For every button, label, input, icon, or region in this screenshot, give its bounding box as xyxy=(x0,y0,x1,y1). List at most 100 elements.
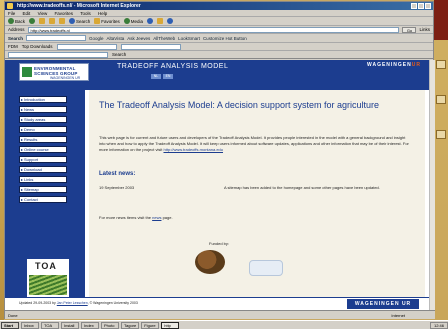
forward-arrow-icon[interactable] xyxy=(29,18,36,24)
search-button[interactable]: Search xyxy=(69,17,90,26)
secondary-input[interactable] xyxy=(8,51,108,58)
address-label: Address xyxy=(8,27,25,32)
minimize-icon[interactable] xyxy=(411,3,417,9)
task-figure[interactable]: Figure xyxy=(141,321,160,329)
news-text: A sitemap has been added to the homepage… xyxy=(224,185,380,190)
nav-support[interactable]: Support xyxy=(19,156,67,163)
stop-icon[interactable] xyxy=(39,18,46,24)
task-install[interactable]: Install xyxy=(61,321,79,329)
customize-button[interactable]: Customize Hot Button xyxy=(203,36,247,41)
news-date: 19 September 2003 xyxy=(99,185,135,190)
refresh-icon[interactable] xyxy=(49,18,56,24)
security-zone: Internet xyxy=(391,313,405,318)
alltheweb-button[interactable]: AllTheWeb xyxy=(153,36,175,41)
web-page: ENVIRONMENTAL SCIENCES GROUP WAGENINGEN … xyxy=(5,60,435,310)
nav-news[interactable]: News xyxy=(19,106,67,113)
window-title: http://www.tradeoffs.nl/ - Microsoft Int… xyxy=(17,3,141,9)
browser-window: http://www.tradeoffs.nl/ - Microsoft Int… xyxy=(4,1,435,319)
footer-text: Updated 29-09-2003 by Jan Peter Lesschen… xyxy=(19,301,138,305)
menu-tools[interactable]: Tools xyxy=(80,11,91,16)
field-image xyxy=(29,275,67,295)
fdm-label[interactable]: FDM xyxy=(8,44,18,49)
environmental-sciences-logo[interactable]: ENVIRONMENTAL SCIENCES GROUP WAGENINGEN … xyxy=(19,63,89,81)
secondary-toolbar: Search xyxy=(5,51,433,59)
askjeeves-button[interactable]: Ask Jeeves xyxy=(127,36,150,41)
site-footer: Updated 29-09-2003 by Jan Peter Lesschen… xyxy=(5,297,429,310)
links-button[interactable]: Links xyxy=(419,27,430,32)
top-downloads-button[interactable]: Top Downloads xyxy=(22,44,53,49)
funder-logo[interactable] xyxy=(195,250,225,274)
back-button[interactable]: Back xyxy=(8,17,25,26)
nav-demo[interactable]: Demo xyxy=(19,126,67,133)
logo-mark-icon xyxy=(22,67,32,77)
mail-icon[interactable] xyxy=(157,18,164,24)
lang-tab-nl[interactable]: NL xyxy=(151,74,161,79)
nav-links[interactable]: Links xyxy=(19,176,67,183)
menu-help[interactable]: Help xyxy=(98,11,107,16)
funder-logo-2[interactable] xyxy=(249,260,283,276)
media-icon xyxy=(123,18,130,24)
toolbar-search-input[interactable] xyxy=(26,35,87,41)
funded-by-label: Funded by: xyxy=(209,241,230,246)
google-button[interactable]: Google xyxy=(89,36,104,41)
home-icon[interactable] xyxy=(59,18,66,24)
task-photo[interactable]: Photo xyxy=(101,321,119,329)
language-tabs: NL EN xyxy=(151,74,173,79)
looksmart-button[interactable]: LookSmart xyxy=(178,36,200,41)
menu-file[interactable]: File xyxy=(8,11,15,16)
vertical-scrollbar[interactable] xyxy=(429,60,435,310)
desktop-icon[interactable] xyxy=(436,95,446,104)
task-index[interactable]: Index xyxy=(81,321,99,329)
address-bar: Address http://www.tradeoffs.nl Go Links xyxy=(5,26,433,34)
back-arrow-icon xyxy=(8,18,14,24)
status-bar: Done Internet xyxy=(5,310,435,319)
search-link[interactable]: Search xyxy=(112,52,126,57)
project-link[interactable]: http://www.tradeoffs.montana.edu xyxy=(163,147,223,152)
nav-sitemap[interactable]: Sitemap xyxy=(19,186,67,193)
nav-introduction[interactable]: Introduction xyxy=(19,96,67,103)
menu-view[interactable]: View xyxy=(38,11,48,16)
task-tagore[interactable]: Tagore xyxy=(121,321,140,329)
main-content: The Tradeoff Analysis Model: A decision … xyxy=(89,90,425,310)
maximize-icon[interactable] xyxy=(418,3,424,9)
history-icon[interactable] xyxy=(147,18,154,24)
links-input[interactable] xyxy=(56,43,117,50)
desktop-wallpaper-right xyxy=(434,0,448,320)
nav-online-course[interactable]: Online course xyxy=(19,146,67,153)
title-bar: http://www.tradeoffs.nl/ - Microsoft Int… xyxy=(5,2,433,10)
task-browser[interactable]: http xyxy=(161,321,180,329)
desktop-icon[interactable] xyxy=(436,130,446,139)
favorites-button[interactable]: Favorites xyxy=(94,17,120,26)
nav-study-areas[interactable]: Study areas xyxy=(19,116,67,123)
desktop-icon[interactable] xyxy=(436,60,446,69)
star-icon xyxy=(94,18,101,24)
media-button[interactable]: Media xyxy=(123,17,143,26)
links-bar: FDM Top Downloads xyxy=(5,43,433,51)
footer-wur-logo[interactable]: WAGENINGEN UR xyxy=(347,299,419,309)
close-icon[interactable] xyxy=(425,3,431,9)
menu-favorites[interactable]: Favorites xyxy=(55,11,74,16)
more-news: For more news items visit the news page. xyxy=(99,215,173,220)
status-text: Done xyxy=(8,313,18,318)
altavista-button[interactable]: AltaVista xyxy=(107,36,125,41)
lang-tab-en[interactable]: EN xyxy=(163,74,173,79)
taskbar: Start Inbox TOA Install Index Photo Tago… xyxy=(0,320,448,329)
start-button[interactable]: Start xyxy=(1,321,19,329)
search-icon xyxy=(69,18,76,24)
author-link[interactable]: Jan Peter Lesschen xyxy=(57,301,88,305)
search-toolbar-brand[interactable]: Search xyxy=(8,36,23,41)
latest-news-heading: Latest news: xyxy=(99,171,136,177)
nav-contact[interactable]: Contact xyxy=(19,196,67,203)
task-inbox[interactable]: Inbox xyxy=(21,321,39,329)
nav-download[interactable]: Download xyxy=(19,166,67,173)
address-input[interactable]: http://www.tradeoffs.nl xyxy=(27,26,400,33)
page-title: The Tradeoff Analysis Model: A decision … xyxy=(99,100,379,110)
menu-edit[interactable]: Edit xyxy=(23,11,31,16)
wageningen-ur-logo[interactable]: WAGENINGENUR xyxy=(367,62,421,68)
print-icon[interactable] xyxy=(167,18,174,24)
nav-results[interactable]: Results xyxy=(19,136,67,143)
task-toa[interactable]: TOA xyxy=(41,321,59,329)
go-button[interactable]: Go xyxy=(402,26,417,33)
links-input-2[interactable] xyxy=(120,43,181,50)
system-tray-clock[interactable]: 12:46 xyxy=(429,321,448,329)
